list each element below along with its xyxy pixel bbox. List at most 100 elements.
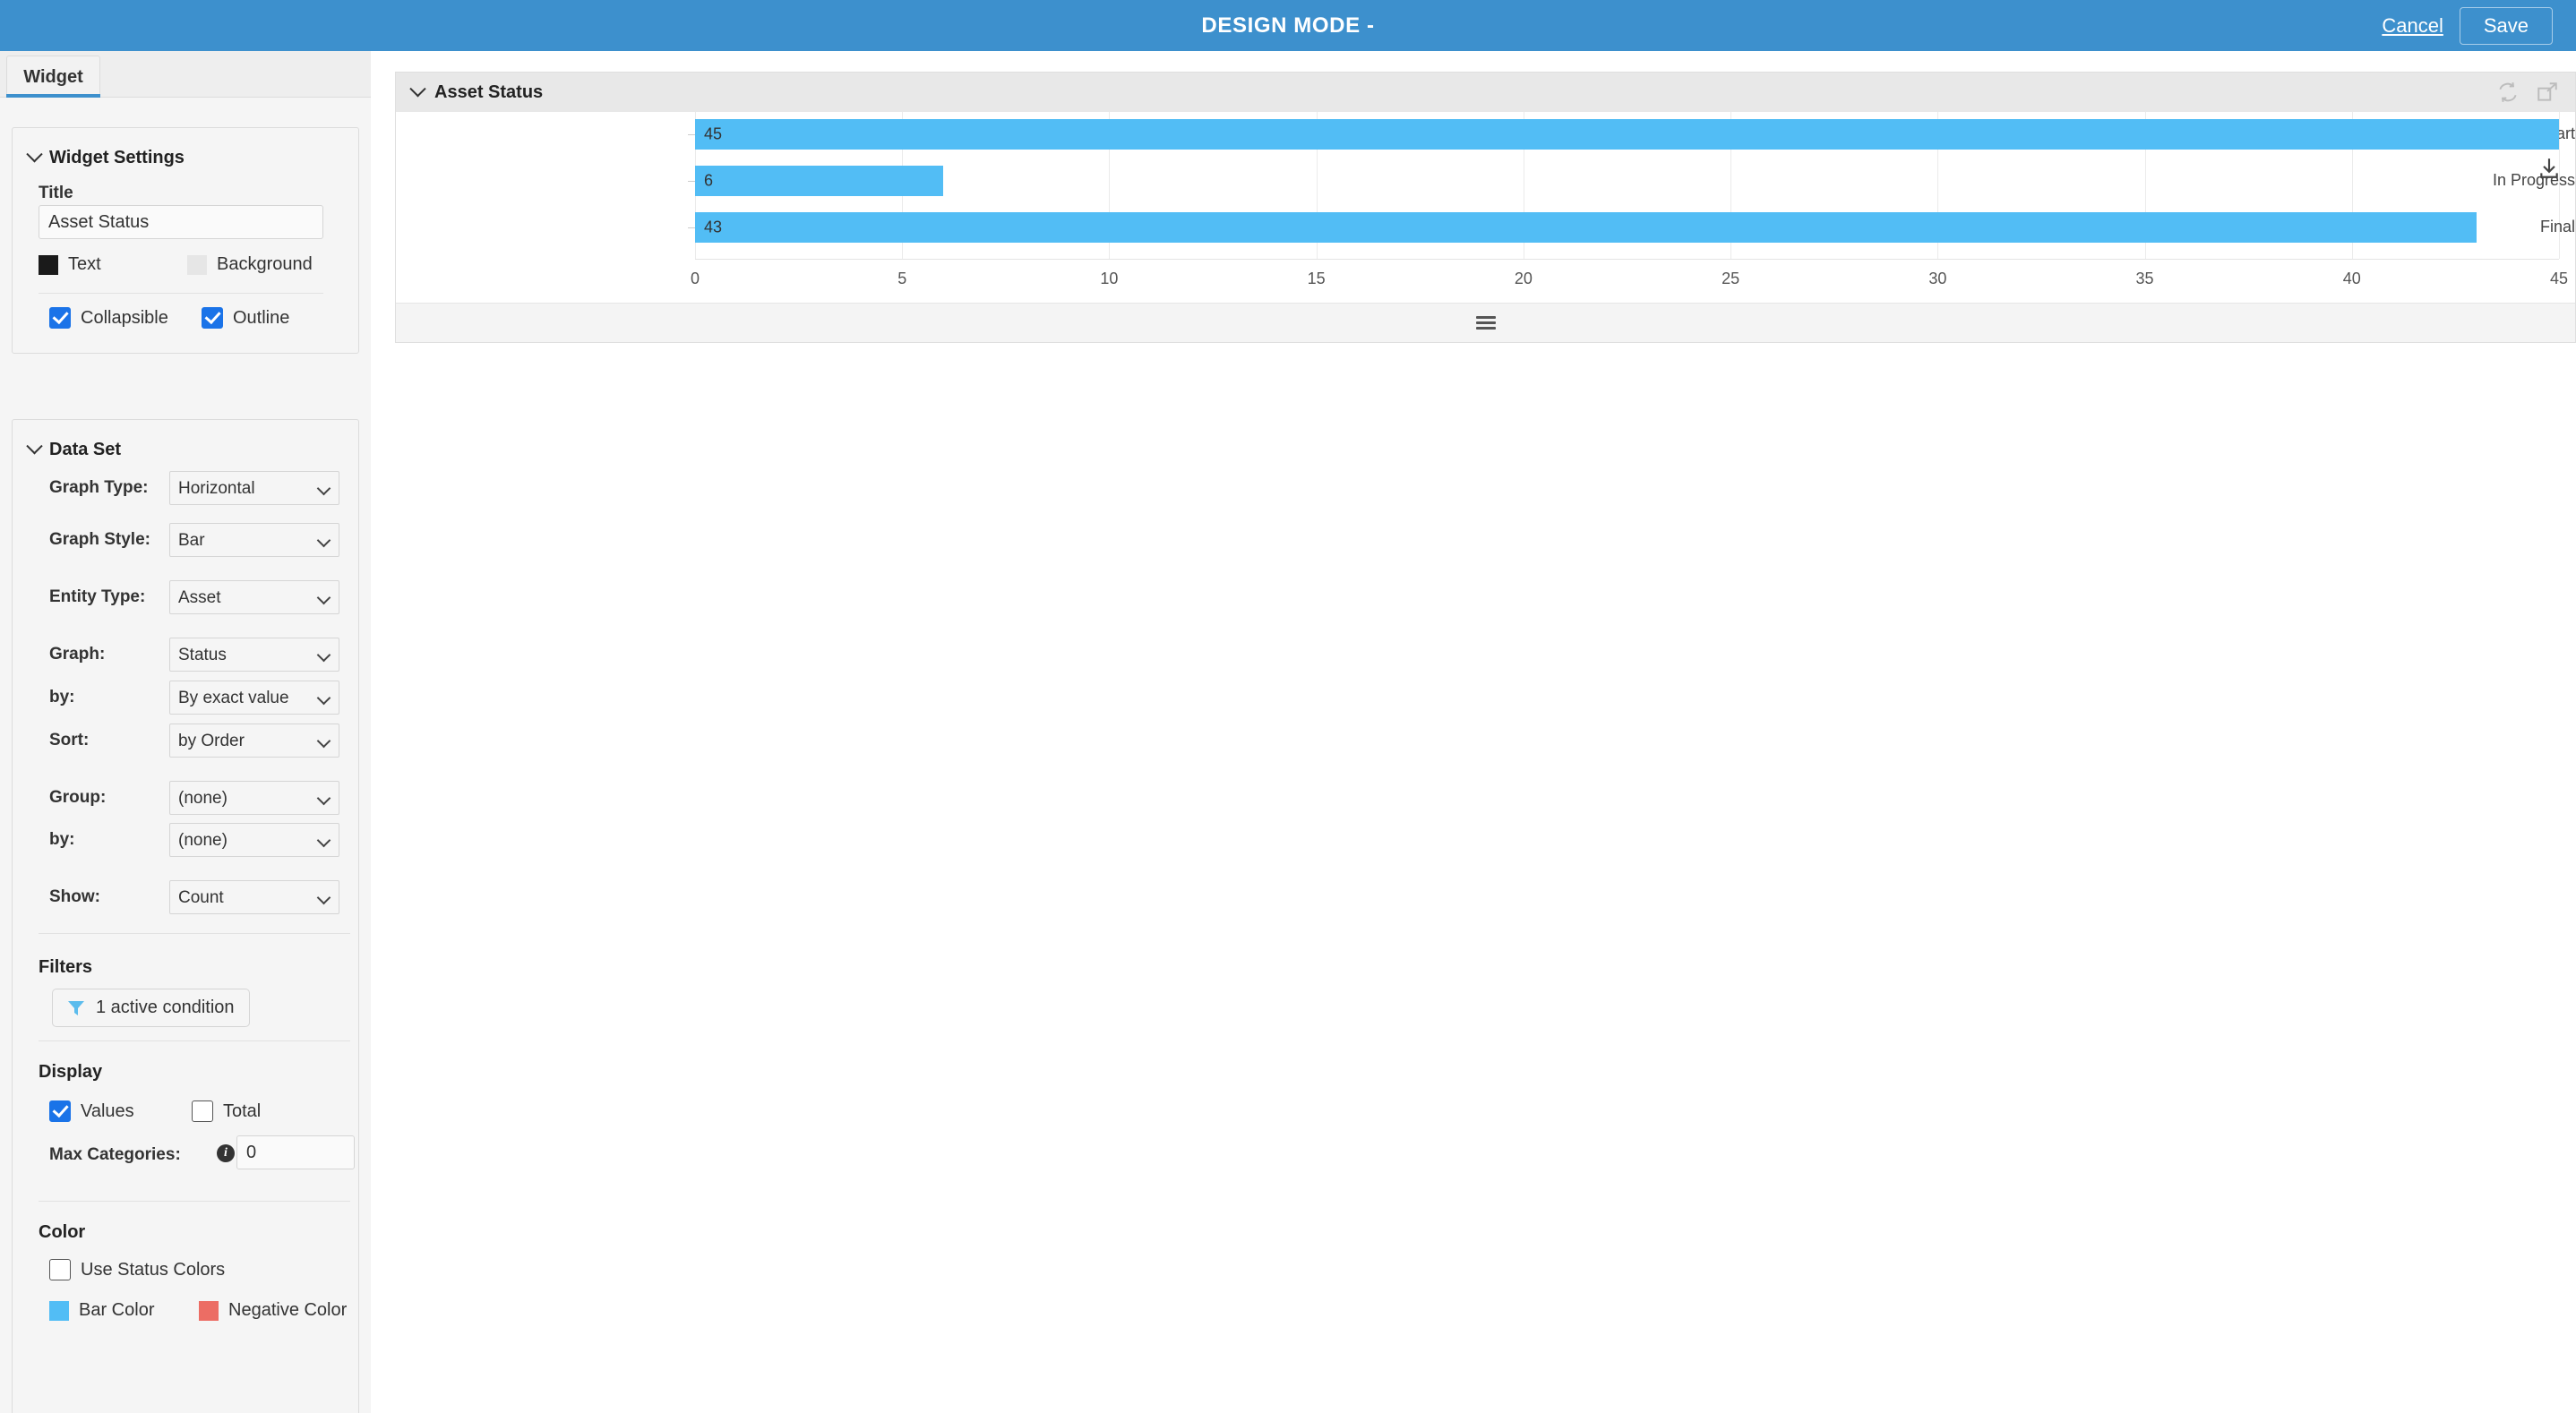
graph-by-value: By exact value xyxy=(178,689,289,707)
chart-bar[interactable] xyxy=(695,212,2477,243)
background-color-control[interactable]: Background xyxy=(187,254,313,275)
chart-title: Asset Status xyxy=(434,81,544,102)
header-actions: Cancel Save xyxy=(2382,0,2553,51)
chart-bar[interactable] xyxy=(695,166,944,196)
use-status-colors-label: Use Status Colors xyxy=(81,1259,226,1280)
expand-icon[interactable] xyxy=(2536,81,2559,104)
chevron-down-icon xyxy=(316,791,331,806)
chevron-down-icon xyxy=(316,833,331,848)
graph-select[interactable]: Status xyxy=(169,638,339,672)
divider xyxy=(39,1040,350,1041)
chevron-down-icon xyxy=(316,890,331,905)
chart-x-tick-label: 20 xyxy=(1514,270,1533,287)
data-set-header[interactable]: Data Set xyxy=(13,420,358,460)
bar-color-control[interactable]: Bar Color xyxy=(49,1300,154,1321)
entity-type-value: Asset xyxy=(178,588,221,607)
collapsible-label: Collapsible xyxy=(81,307,168,328)
use-status-colors-checkbox[interactable] xyxy=(49,1259,71,1280)
graph-by-label: by: xyxy=(49,688,75,706)
chart-tick-mark xyxy=(688,227,695,228)
color-title: Color xyxy=(39,1222,86,1242)
chart-footer xyxy=(396,303,2575,342)
group-value: (none) xyxy=(178,789,228,808)
sort-select[interactable]: by Order xyxy=(169,724,339,758)
group-by-select[interactable]: (none) xyxy=(169,823,339,857)
values-label: Values xyxy=(81,1100,134,1121)
save-button[interactable]: Save xyxy=(2459,6,2553,45)
data-set-card: Data Set Graph Type: Horizontal Graph St… xyxy=(12,419,359,1413)
chart-tick-mark xyxy=(688,134,695,135)
divider xyxy=(39,293,323,294)
group-select[interactable]: (none) xyxy=(169,781,339,815)
total-checkbox-row[interactable]: Total xyxy=(192,1100,261,1122)
graph-by-select[interactable]: By exact value xyxy=(169,681,339,715)
top-bar: DESIGN MODE - Cancel Save xyxy=(0,0,2576,51)
widget-settings-card: Widget Settings Title Text Background Co… xyxy=(12,127,359,354)
chevron-down-icon xyxy=(316,533,331,548)
chart-x-tick-label: 10 xyxy=(1100,270,1119,287)
outline-checkbox[interactable] xyxy=(202,307,223,329)
chart-body: Waiting to Start45In Progress6Final43051… xyxy=(396,112,2575,303)
values-checkbox[interactable] xyxy=(49,1100,71,1122)
chart-x-axis xyxy=(695,259,2559,260)
chevron-down-icon xyxy=(316,647,331,663)
tab-widget[interactable]: Widget xyxy=(6,56,100,98)
max-categories-label: Max Categories: xyxy=(49,1145,181,1164)
title-input[interactable] xyxy=(39,205,323,239)
outline-label: Outline xyxy=(233,307,290,328)
info-icon[interactable]: i xyxy=(217,1144,235,1162)
total-label: Total xyxy=(223,1100,262,1121)
chart-header: Asset Status xyxy=(396,73,2575,112)
graph-type-label: Graph Type: xyxy=(49,478,149,497)
drag-handle-icon[interactable] xyxy=(1475,313,1496,332)
entity-type-label: Entity Type: xyxy=(49,587,146,606)
use-status-colors-row[interactable]: Use Status Colors xyxy=(49,1259,225,1280)
max-categories-input[interactable] xyxy=(236,1135,355,1169)
graph-label: Graph: xyxy=(49,645,106,664)
background-color-swatch[interactable] xyxy=(187,254,207,275)
filter-condition-button[interactable]: 1 active condition xyxy=(52,989,250,1027)
chart-bar[interactable] xyxy=(695,119,2559,150)
text-color-swatch[interactable] xyxy=(39,254,58,275)
chart-bar-value: 43 xyxy=(704,218,723,236)
negative-color-label: Negative Color xyxy=(228,1300,348,1320)
chart-widget-panel: Asset Status Waiting to Start45In Progre… xyxy=(395,72,2576,343)
refresh-icon[interactable] xyxy=(2496,81,2520,104)
graph-style-select[interactable]: Bar xyxy=(169,523,339,557)
total-checkbox[interactable] xyxy=(192,1100,213,1122)
bar-color-swatch[interactable] xyxy=(49,1300,69,1321)
chart-x-tick-label: 30 xyxy=(1928,270,1947,287)
text-color-control[interactable]: Text xyxy=(39,254,101,275)
negative-color-control[interactable]: Negative Color xyxy=(199,1300,347,1321)
graph-type-select[interactable]: Horizontal xyxy=(169,471,339,505)
chart-x-tick-label: 5 xyxy=(897,270,907,287)
collapsible-checkbox[interactable] xyxy=(49,307,71,329)
chart-x-tick-label: 35 xyxy=(2135,270,2154,287)
chevron-down-icon[interactable] xyxy=(409,80,426,97)
chart-bar-value: 45 xyxy=(704,124,723,143)
settings-sidebar: Widget Settings Title Text Background Co… xyxy=(0,98,371,1413)
outline-checkbox-row[interactable]: Outline xyxy=(202,307,289,329)
entity-type-select[interactable]: Asset xyxy=(169,580,339,614)
show-value: Count xyxy=(178,888,224,907)
display-title: Display xyxy=(39,1062,103,1082)
graph-value: Status xyxy=(178,646,227,664)
chevron-down-icon xyxy=(26,438,43,455)
chart-x-tick-label: 15 xyxy=(1307,270,1326,287)
chart-x-tick-label: 45 xyxy=(2549,270,2569,287)
cancel-button[interactable]: Cancel xyxy=(2382,14,2443,38)
chart-header-icons xyxy=(2496,73,2559,112)
negative-color-swatch[interactable] xyxy=(199,1300,219,1321)
show-select[interactable]: Count xyxy=(169,880,339,914)
text-color-label: Text xyxy=(68,254,101,274)
graph-style-label: Graph Style: xyxy=(49,530,150,549)
chart-x-tick-label: 0 xyxy=(690,270,700,287)
data-set-title: Data Set xyxy=(49,440,122,459)
values-checkbox-row[interactable]: Values xyxy=(49,1100,134,1122)
widget-settings-header[interactable]: Widget Settings xyxy=(13,128,358,168)
chart-tick-mark xyxy=(688,181,695,182)
chart-x-tick-label: 40 xyxy=(2342,270,2361,287)
collapsible-checkbox-row[interactable]: Collapsible xyxy=(49,307,168,329)
download-icon[interactable] xyxy=(2537,157,2561,180)
divider xyxy=(39,1201,350,1202)
